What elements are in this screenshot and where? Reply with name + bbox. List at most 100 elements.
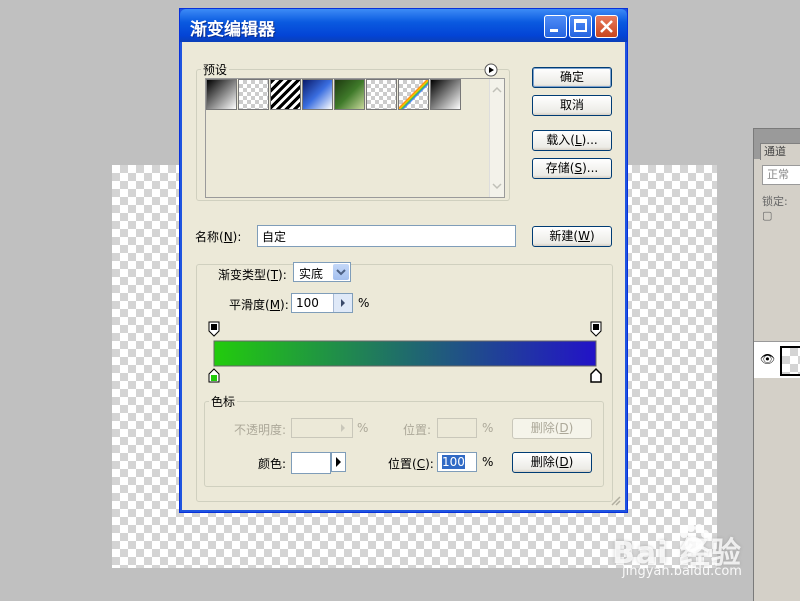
- gradient-type-label: 渐变类型(T):: [216, 266, 289, 283]
- position-label: 位置(C):: [388, 455, 434, 472]
- close-icon: [600, 20, 613, 33]
- lock-label: 锁定: ▢: [762, 195, 788, 222]
- name-key: N: [223, 230, 233, 244]
- smoothness-unit: %: [358, 296, 370, 310]
- dialog-title: 渐变编辑器: [190, 20, 275, 40]
- delete-opacity-stop-button: 删除(D): [512, 418, 592, 439]
- channels-tab[interactable]: 通道: [760, 143, 800, 160]
- preset-swatch-foreground-to-background[interactable]: [206, 79, 237, 110]
- layer-thumbnail: [780, 346, 800, 376]
- blend-mode-select[interactable]: 正常: [762, 165, 800, 185]
- smoothness-input[interactable]: 100: [291, 293, 353, 313]
- gradient-bar-area[interactable]: [207, 318, 602, 388]
- delete-text: 删除(: [530, 455, 560, 469]
- opacity-position-input: [437, 418, 477, 438]
- opacity-arrow-icon: [336, 419, 350, 442]
- position-input[interactable]: 100: [437, 452, 477, 472]
- delete-disabled-end: ): [568, 421, 574, 435]
- gradient-editor-dialog: 渐变编辑器 预设 确定 取消 载入(L)... 存储(S)... 名称(N): …: [179, 8, 628, 513]
- minimize-icon: [550, 29, 558, 32]
- minimize-button[interactable]: [544, 15, 567, 38]
- load-key: L: [574, 133, 582, 147]
- color-label: 颜色:: [258, 457, 287, 471]
- load-end: )...: [581, 133, 598, 147]
- position-value: 100: [442, 455, 465, 469]
- maximize-button[interactable]: [569, 15, 592, 38]
- title-bar[interactable]: 渐变编辑器: [180, 9, 627, 42]
- gradient-type-select[interactable]: 实底: [293, 262, 351, 282]
- presets-menu-icon[interactable]: [484, 63, 498, 77]
- preset-swatch-transparent-rainbow[interactable]: [398, 79, 429, 110]
- color-stops-label: 色标: [211, 395, 236, 409]
- color-stop-left[interactable]: [208, 368, 220, 383]
- presets-list[interactable]: [205, 78, 505, 198]
- gradient-type-key: T: [270, 268, 279, 282]
- layer-row[interactable]: 👁: [754, 341, 800, 378]
- dialog-body: 预设 确定 取消 载入(L)... 存储(S)... 名称(N): 新建(W) …: [183, 42, 624, 509]
- smoothness-arrow-icon[interactable]: [333, 294, 352, 312]
- delete-color-stop-button[interactable]: 删除(D): [512, 452, 592, 473]
- smoothness-end: ):: [280, 298, 289, 312]
- name-input[interactable]: [257, 225, 516, 247]
- delete-key: D: [559, 455, 569, 469]
- preset-swatch-transparent-stripes[interactable]: [366, 79, 397, 110]
- close-button[interactable]: [595, 15, 618, 38]
- position-text: 位置(: [388, 457, 417, 471]
- cancel-button[interactable]: 取消: [532, 95, 612, 116]
- opacity-input: [291, 418, 353, 438]
- save-button[interactable]: 存储(S)...: [532, 158, 612, 179]
- preset-swatch-black-white-stripes[interactable]: [270, 79, 301, 110]
- position-unit: %: [482, 455, 494, 469]
- opacity-unit: %: [357, 421, 369, 435]
- color-swatch[interactable]: [291, 452, 331, 474]
- resize-grip-icon[interactable]: [609, 494, 621, 506]
- save-end: )...: [582, 161, 599, 175]
- gradient-type-value: 实底: [299, 267, 324, 281]
- paw-icon: [680, 524, 709, 553]
- save-text: 存储(: [545, 161, 575, 175]
- preset-swatch-foreground-to-transparent[interactable]: [238, 79, 269, 110]
- name-text: 名称(: [195, 230, 224, 244]
- opacity-label: 不透明度:: [234, 423, 287, 437]
- opacity-position-unit: %: [482, 421, 494, 435]
- smoothness-key: M: [269, 298, 281, 312]
- load-button[interactable]: 载入(L)...: [532, 130, 612, 151]
- new-end: ): [589, 229, 595, 243]
- scroll-arrows-icon: [492, 86, 502, 190]
- smoothness-label: 平滑度(M):: [229, 296, 289, 313]
- chevron-down-icon[interactable]: [333, 264, 349, 280]
- delete-disabled-key: D: [559, 421, 569, 435]
- color-stop-right[interactable]: [590, 367, 602, 383]
- save-key: S: [574, 161, 583, 175]
- panel-tab-row: 通道: [754, 129, 800, 160]
- gradient-preview[interactable]: [213, 340, 597, 367]
- presets-label: 预设: [203, 63, 228, 77]
- opacity-stop-right[interactable]: [590, 321, 602, 337]
- smoothness-value: 100: [296, 296, 319, 310]
- new-text: 新建(: [549, 229, 579, 243]
- delete-end: ): [568, 455, 574, 469]
- name-label: 名称(N):: [195, 228, 241, 245]
- delete-disabled-text: 删除(: [530, 421, 560, 435]
- opacity-stop-left[interactable]: [208, 321, 220, 337]
- watermark-url: jingyan.baidu.com: [622, 564, 742, 579]
- gradient-type-end: ):: [278, 268, 287, 282]
- load-text: 载入(: [546, 133, 575, 147]
- color-picker-arrow-icon[interactable]: [331, 452, 346, 472]
- presets-scrollbar[interactable]: [489, 79, 504, 197]
- new-key: W: [578, 229, 590, 243]
- name-end: ):: [232, 230, 242, 244]
- maximize-icon: [574, 19, 587, 32]
- preset-swatch-black-to-white[interactable]: [430, 79, 461, 110]
- smoothness-text: 平滑度(: [229, 298, 270, 312]
- position-end: ):: [425, 457, 434, 471]
- ok-button[interactable]: 确定: [532, 67, 612, 88]
- eye-icon[interactable]: 👁: [760, 352, 775, 366]
- new-button[interactable]: 新建(W): [532, 226, 612, 247]
- preset-swatch-blue-white-blue[interactable]: [302, 79, 333, 110]
- position-key: C: [416, 457, 426, 471]
- watermark: Bai 经验 jingyan.baidu.com: [612, 518, 800, 588]
- preset-swatch-green-yellow[interactable]: [334, 79, 365, 110]
- opacity-position-label: 位置:: [403, 423, 432, 437]
- gradient-type-text: 渐变类型(: [218, 268, 271, 282]
